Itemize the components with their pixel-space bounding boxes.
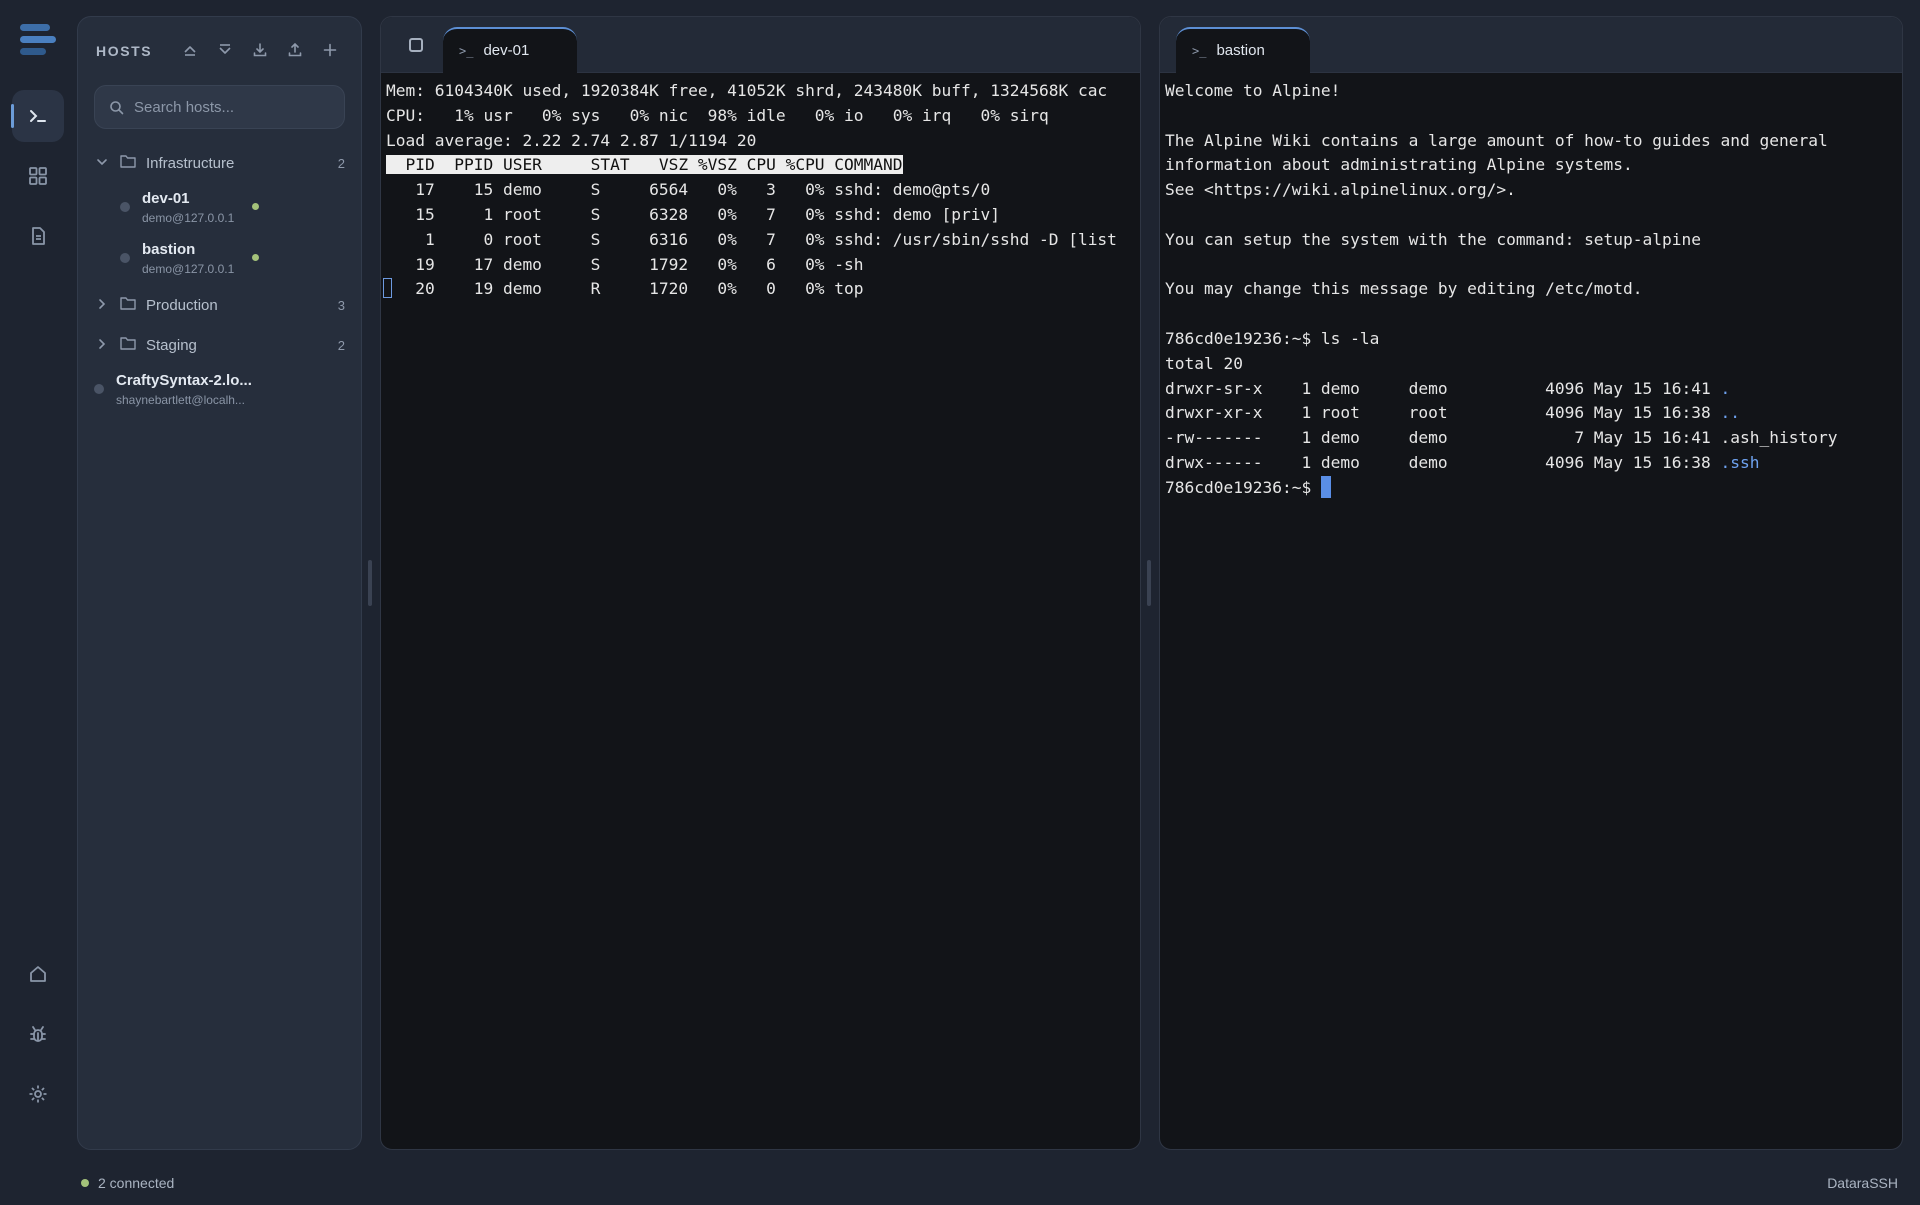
term-line: Mem: 6104340K used, 1920384K free, 41052… xyxy=(386,81,1108,100)
folder-icon xyxy=(120,336,136,354)
term-line xyxy=(1165,203,1902,228)
tab-bar: >_ dev-01 xyxy=(381,17,1140,73)
term-line xyxy=(1165,253,1902,278)
listing-row: drwxr-xr-x 1 root root 4096 May 15 16:38… xyxy=(1165,403,1741,423)
group-name: Production xyxy=(146,296,218,314)
listing-row: -rw------- 1 demo demo 7 May 15 16:41 .a… xyxy=(1165,428,1838,448)
grid-icon[interactable] xyxy=(12,150,64,202)
host-name: bastion xyxy=(142,241,196,258)
hosts-title: HOSTS xyxy=(96,43,153,59)
app-logo xyxy=(20,24,56,56)
term-line xyxy=(1165,302,1902,327)
term-line: information about administrating Alpine … xyxy=(1165,155,1633,175)
connection-count: 2 connected xyxy=(98,1174,175,1191)
host-item-craftysyntax[interactable]: CraftySyntax-2.lo... shaynebartlett@loca… xyxy=(78,365,361,427)
search-box[interactable] xyxy=(94,85,345,129)
connection-status-dot xyxy=(81,1178,89,1187)
group-count: 2 xyxy=(337,337,345,353)
host-name: dev-01 xyxy=(142,190,190,207)
term-line xyxy=(1165,104,1902,129)
resize-handle[interactable] xyxy=(368,560,372,606)
gear-icon[interactable] xyxy=(12,1068,64,1120)
brand-label: DataraSSH xyxy=(1827,1174,1898,1191)
process-table-header: PID PPID USER STAT VSZ %VSZ CPU %CPU COM… xyxy=(386,155,903,175)
resize-handle[interactable] xyxy=(1147,560,1151,606)
host-item-bastion[interactable]: bastion demo@127.0.0.1 xyxy=(78,234,361,285)
split-toggle-icon[interactable] xyxy=(409,37,423,52)
process-row: 19 17 demo S 1792 0% 6 0% -sh xyxy=(386,254,864,274)
term-line: The Alpine Wiki contains a large amount … xyxy=(1165,130,1828,150)
host-address: demo@127.0.0.1 xyxy=(142,262,235,276)
search-input[interactable] xyxy=(134,98,333,116)
chevron-down-icon xyxy=(96,156,110,171)
group-name: Infrastructure xyxy=(146,154,235,172)
term-line: See <https://wiki.alpinelinux.org/>. xyxy=(1165,180,1516,200)
tab-bar: >_ bastion xyxy=(1160,17,1902,73)
document-icon[interactable] xyxy=(12,210,64,262)
terminal-output[interactable]: Mem: 6104340K used, 1920384K free, 41052… xyxy=(381,73,1140,302)
terminal-pane-bastion: >_ bastion Welcome to Alpine! The Alpine… xyxy=(1159,16,1903,1150)
terminal-output[interactable]: Welcome to Alpine! The Alpine Wiki conta… xyxy=(1160,73,1902,501)
add-host-icon[interactable] xyxy=(322,43,337,60)
connected-indicator xyxy=(252,254,259,261)
terminal-icon: >_ xyxy=(459,43,474,58)
file-name: .ash_history xyxy=(1720,428,1838,448)
host-address: demo@127.0.0.1 xyxy=(142,211,235,225)
terminal-icon[interactable] xyxy=(11,90,64,142)
term-line: You can setup the system with the comman… xyxy=(1165,229,1702,249)
host-status-dot xyxy=(94,384,104,394)
dir-name: .ssh xyxy=(1720,452,1760,472)
host-item-dev-01[interactable]: dev-01 demo@127.0.0.1 xyxy=(78,183,361,234)
host-tree: Infrastructure 2 dev-01 demo@127.0.0.1 b… xyxy=(78,143,361,427)
group-count: 2 xyxy=(337,155,345,171)
host-name: CraftySyntax-2.lo... xyxy=(116,372,252,389)
chevron-right-icon xyxy=(96,298,110,313)
status-bar: 2 connected DataraSSH xyxy=(0,1160,1920,1205)
host-address: shaynebartlett@localh... xyxy=(116,393,245,407)
host-status-dot xyxy=(120,202,130,212)
group-production[interactable]: Production 3 xyxy=(78,285,361,325)
folder-icon xyxy=(120,296,136,314)
export-icon[interactable] xyxy=(287,42,302,60)
bug-icon[interactable] xyxy=(12,1008,64,1060)
process-row: 17 15 demo S 6564 0% 3 0% sshd: demo@pts… xyxy=(386,180,991,200)
process-row: 15 1 root S 6328 0% 7 0% sshd: demo [pri… xyxy=(386,204,1000,224)
hosts-panel: HOSTS Infrastruct xyxy=(77,16,362,1150)
dir-name: . xyxy=(1720,378,1731,398)
shell-prompt: 786cd0e19236:~$ xyxy=(1165,477,1321,497)
group-staging[interactable]: Staging 2 xyxy=(78,325,361,365)
group-infrastructure[interactable]: Infrastructure 2 xyxy=(78,143,361,183)
group-count: 3 xyxy=(337,297,345,313)
listing-row: drwx------ 1 demo demo 4096 May 15 16:38… xyxy=(1165,452,1760,472)
hosts-header: HOSTS xyxy=(78,17,361,85)
tab-label: dev-01 xyxy=(483,42,530,59)
tab-bastion[interactable]: >_ bastion xyxy=(1176,26,1310,73)
terminal-cursor xyxy=(1320,475,1331,498)
chevron-right-icon xyxy=(96,338,110,353)
term-line: 786cd0e19236:~$ ls -la xyxy=(1165,328,1380,348)
term-line: You may change this message by editing /… xyxy=(1165,279,1643,299)
dir-name: .. xyxy=(1720,403,1741,423)
search-icon xyxy=(109,100,124,115)
term-line: CPU: 1% usr 0% sys 0% nic 98% idle 0% io… xyxy=(386,105,1049,125)
home-icon[interactable] xyxy=(12,948,64,1000)
icon-rail xyxy=(0,0,76,1160)
expand-all-icon[interactable] xyxy=(217,43,232,60)
term-line: total 20 xyxy=(1165,353,1243,373)
terminal-pane-dev-01: >_ dev-01 Mem: 6104340K used, 1920384K f… xyxy=(380,16,1141,1150)
connected-indicator xyxy=(252,203,259,210)
folder-icon xyxy=(120,154,136,172)
collapse-all-icon[interactable] xyxy=(182,43,197,60)
listing-row: drwxr-sr-x 1 demo demo 4096 May 15 16:41… xyxy=(1165,378,1731,398)
term-line: Load average: 2.22 2.74 2.87 1/1194 20 xyxy=(386,130,757,150)
term-line: Welcome to Alpine! xyxy=(1165,81,1341,100)
process-row: 1 0 root S 6316 0% 7 0% sshd: /usr/sbin/… xyxy=(386,229,1117,249)
import-icon[interactable] xyxy=(252,42,267,60)
tab-dev-01[interactable]: >_ dev-01 xyxy=(443,26,577,73)
group-name: Staging xyxy=(146,336,197,354)
tab-label: bastion xyxy=(1216,42,1265,59)
host-status-dot xyxy=(120,253,130,263)
terminal-icon: >_ xyxy=(1192,43,1207,58)
process-row: 20 19 demo R 1720 0% 0 0% top xyxy=(386,279,864,299)
